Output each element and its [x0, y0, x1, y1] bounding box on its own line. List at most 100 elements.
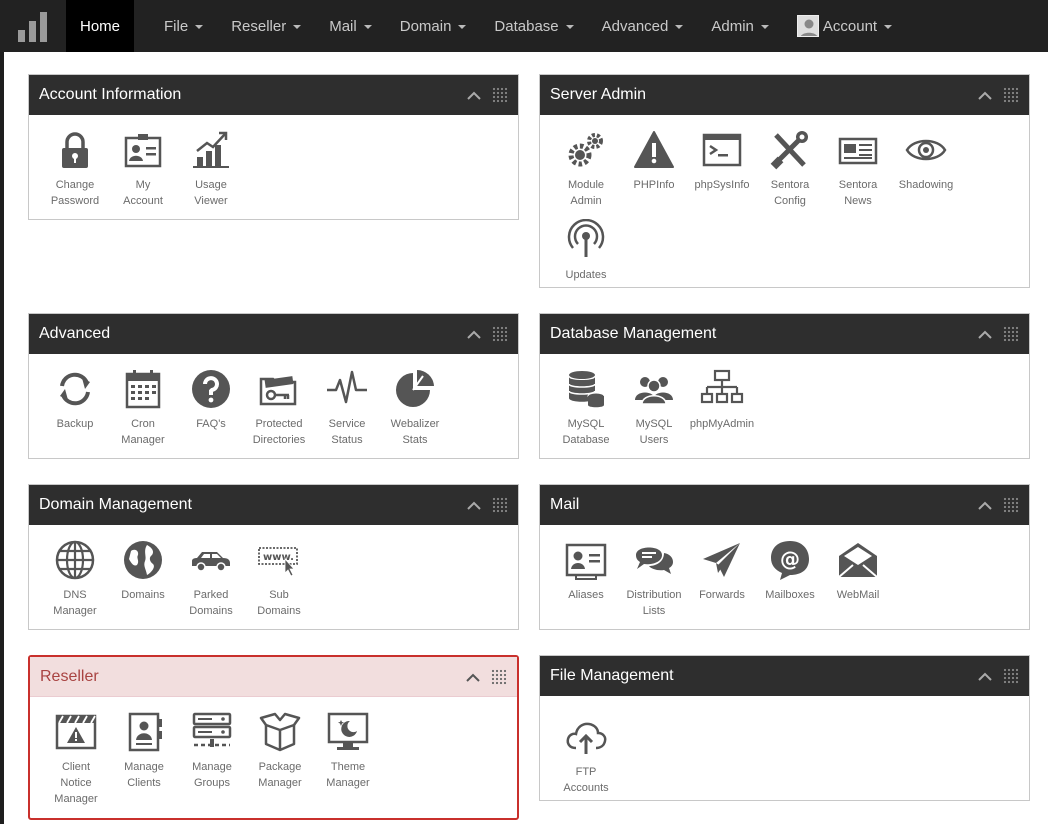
module-manage-clients[interactable]: Manage Clients [110, 711, 178, 807]
collapse-icon[interactable] [466, 327, 482, 343]
panel-title: Advanced [39, 325, 111, 342]
panel-title: Mail [550, 496, 580, 513]
module-phpinfo[interactable]: PHPInfo [620, 129, 688, 209]
drag-handle-icon[interactable] [1003, 87, 1021, 105]
module-label: Client Notice Manager [54, 761, 98, 805]
module-ftp-accounts[interactable]: FTP Accounts [552, 716, 620, 796]
nav-reseller[interactable]: Reseller [217, 0, 315, 52]
module-my-account[interactable]: My Account [109, 129, 177, 209]
module-service-status[interactable]: Service Status [313, 368, 381, 448]
module-parked-domains[interactable]: Parked Domains [177, 539, 245, 619]
collapse-icon[interactable] [465, 670, 481, 686]
caret-down-icon [293, 25, 302, 29]
collapse-icon[interactable] [977, 669, 993, 685]
nav-mail[interactable]: Mail [315, 0, 386, 52]
drag-handle-icon[interactable] [1003, 326, 1021, 344]
caret-down-icon [565, 25, 574, 29]
module-label: Theme Manager [326, 761, 370, 789]
nav-account[interactable]: Account [783, 0, 906, 52]
module-label: Manage Groups [192, 761, 232, 789]
nav-file[interactable]: File [150, 0, 217, 52]
module-forwards[interactable]: Forwards [688, 539, 756, 619]
svg-text:www.: www. [263, 552, 294, 563]
drag-handle-icon[interactable] [492, 87, 510, 105]
module-client-notice-manager[interactable]: Client Notice Manager [42, 711, 110, 807]
sentora-logo[interactable] [0, 0, 66, 52]
nav-advanced[interactable]: Advanced [588, 0, 698, 52]
module-label: Distribution Lists [626, 589, 682, 617]
panel-title: Domain Management [39, 496, 192, 513]
module-label: DNS Manager [53, 589, 97, 617]
module-label: PHPInfo [633, 179, 675, 191]
nav-home[interactable]: Home [66, 0, 135, 52]
chat-bubbles-icon [636, 547, 673, 574]
panel-domain-management: Domain Management DNS Manager Domains Par… [28, 484, 519, 630]
collapse-icon[interactable] [977, 327, 993, 343]
module-label: Sentora Config [770, 179, 810, 207]
module-mysql-database[interactable]: MySQL Database [552, 368, 620, 448]
open-box-icon [259, 712, 301, 752]
module-label: Service Status [328, 418, 366, 446]
module-label: phpSysInfo [694, 179, 750, 191]
nav-database[interactable]: Database [480, 0, 587, 52]
module-distribution-lists[interactable]: Distribution Lists [620, 539, 688, 619]
panel-title: File Management [550, 667, 674, 684]
question-icon [192, 370, 230, 408]
module-label: WebMail [836, 589, 880, 601]
collapse-icon[interactable] [466, 498, 482, 514]
drag-handle-icon[interactable] [491, 669, 509, 687]
collapse-icon[interactable] [977, 498, 993, 514]
module-dns-manager[interactable]: DNS Manager [41, 539, 109, 619]
module-label: MySQL Database [562, 418, 610, 446]
caret-down-icon [363, 25, 372, 29]
caret-down-icon [760, 25, 769, 29]
module-label: Mailboxes [765, 589, 815, 601]
nav-domain[interactable]: Domain [386, 0, 481, 52]
module-usage-viewer[interactable]: Usage Viewer [177, 129, 245, 209]
module-change-password[interactable]: Change Password [41, 129, 109, 209]
module-phpsysinfo[interactable]: phpSysInfo [688, 129, 756, 209]
module-webmail[interactable]: WebMail [824, 539, 892, 619]
module-module-admin[interactable]: Module Admin [552, 129, 620, 209]
module-backup[interactable]: Backup [41, 368, 109, 448]
dashboard-content: Account Information Change Password My Acc… [4, 52, 1048, 824]
module-label: Sub Domains [257, 589, 301, 617]
id-card-icon [124, 134, 162, 168]
module-sentora-news[interactable]: Sentora News [824, 129, 892, 209]
module-faqs[interactable]: FAQ's [177, 368, 245, 448]
module-label: Package Manager [258, 761, 302, 789]
drag-handle-icon[interactable] [492, 326, 510, 344]
module-manage-groups[interactable]: Manage Groups [178, 711, 246, 807]
module-aliases[interactable]: Aliases [552, 539, 620, 619]
nav-admin[interactable]: Admin [697, 0, 783, 52]
drag-handle-icon[interactable] [1003, 497, 1021, 515]
cloud-upload-icon [566, 722, 607, 754]
globe-icon [55, 540, 95, 580]
caret-down-icon [458, 25, 467, 29]
module-cron-manager[interactable]: Cron Manager [109, 368, 177, 448]
contact-card-icon [565, 543, 607, 580]
module-theme-manager[interactable]: Theme Manager [314, 711, 382, 807]
avatar [796, 15, 819, 37]
module-label: Aliases [568, 589, 604, 601]
module-sentora-config[interactable]: Sentora Config [756, 129, 824, 209]
module-package-manager[interactable]: Package Manager [246, 711, 314, 807]
drag-handle-icon[interactable] [1003, 668, 1021, 686]
panel-header: Database Management [540, 314, 1029, 354]
users-icon [635, 377, 673, 405]
module-sub-domains[interactable]: www. Sub Domains [245, 539, 313, 619]
broadcast-icon [567, 219, 605, 257]
module-mysql-users[interactable]: MySQL Users [620, 368, 688, 448]
module-webalizer-stats[interactable]: Webalizer Stats [381, 368, 449, 448]
caret-down-icon [195, 25, 204, 29]
drag-handle-icon[interactable] [492, 497, 510, 515]
module-shadowing[interactable]: Shadowing [892, 129, 960, 209]
collapse-icon[interactable] [977, 88, 993, 104]
module-mailboxes[interactable]: @ Mailboxes [756, 539, 824, 619]
module-protected-directories[interactable]: Protected Directories [245, 368, 313, 448]
module-updates[interactable]: Updates [552, 219, 620, 283]
collapse-icon[interactable] [466, 88, 482, 104]
module-phpmyadmin[interactable]: phpMyAdmin [688, 368, 756, 448]
module-domains[interactable]: Domains [109, 539, 177, 619]
open-envelope-icon [838, 543, 878, 578]
